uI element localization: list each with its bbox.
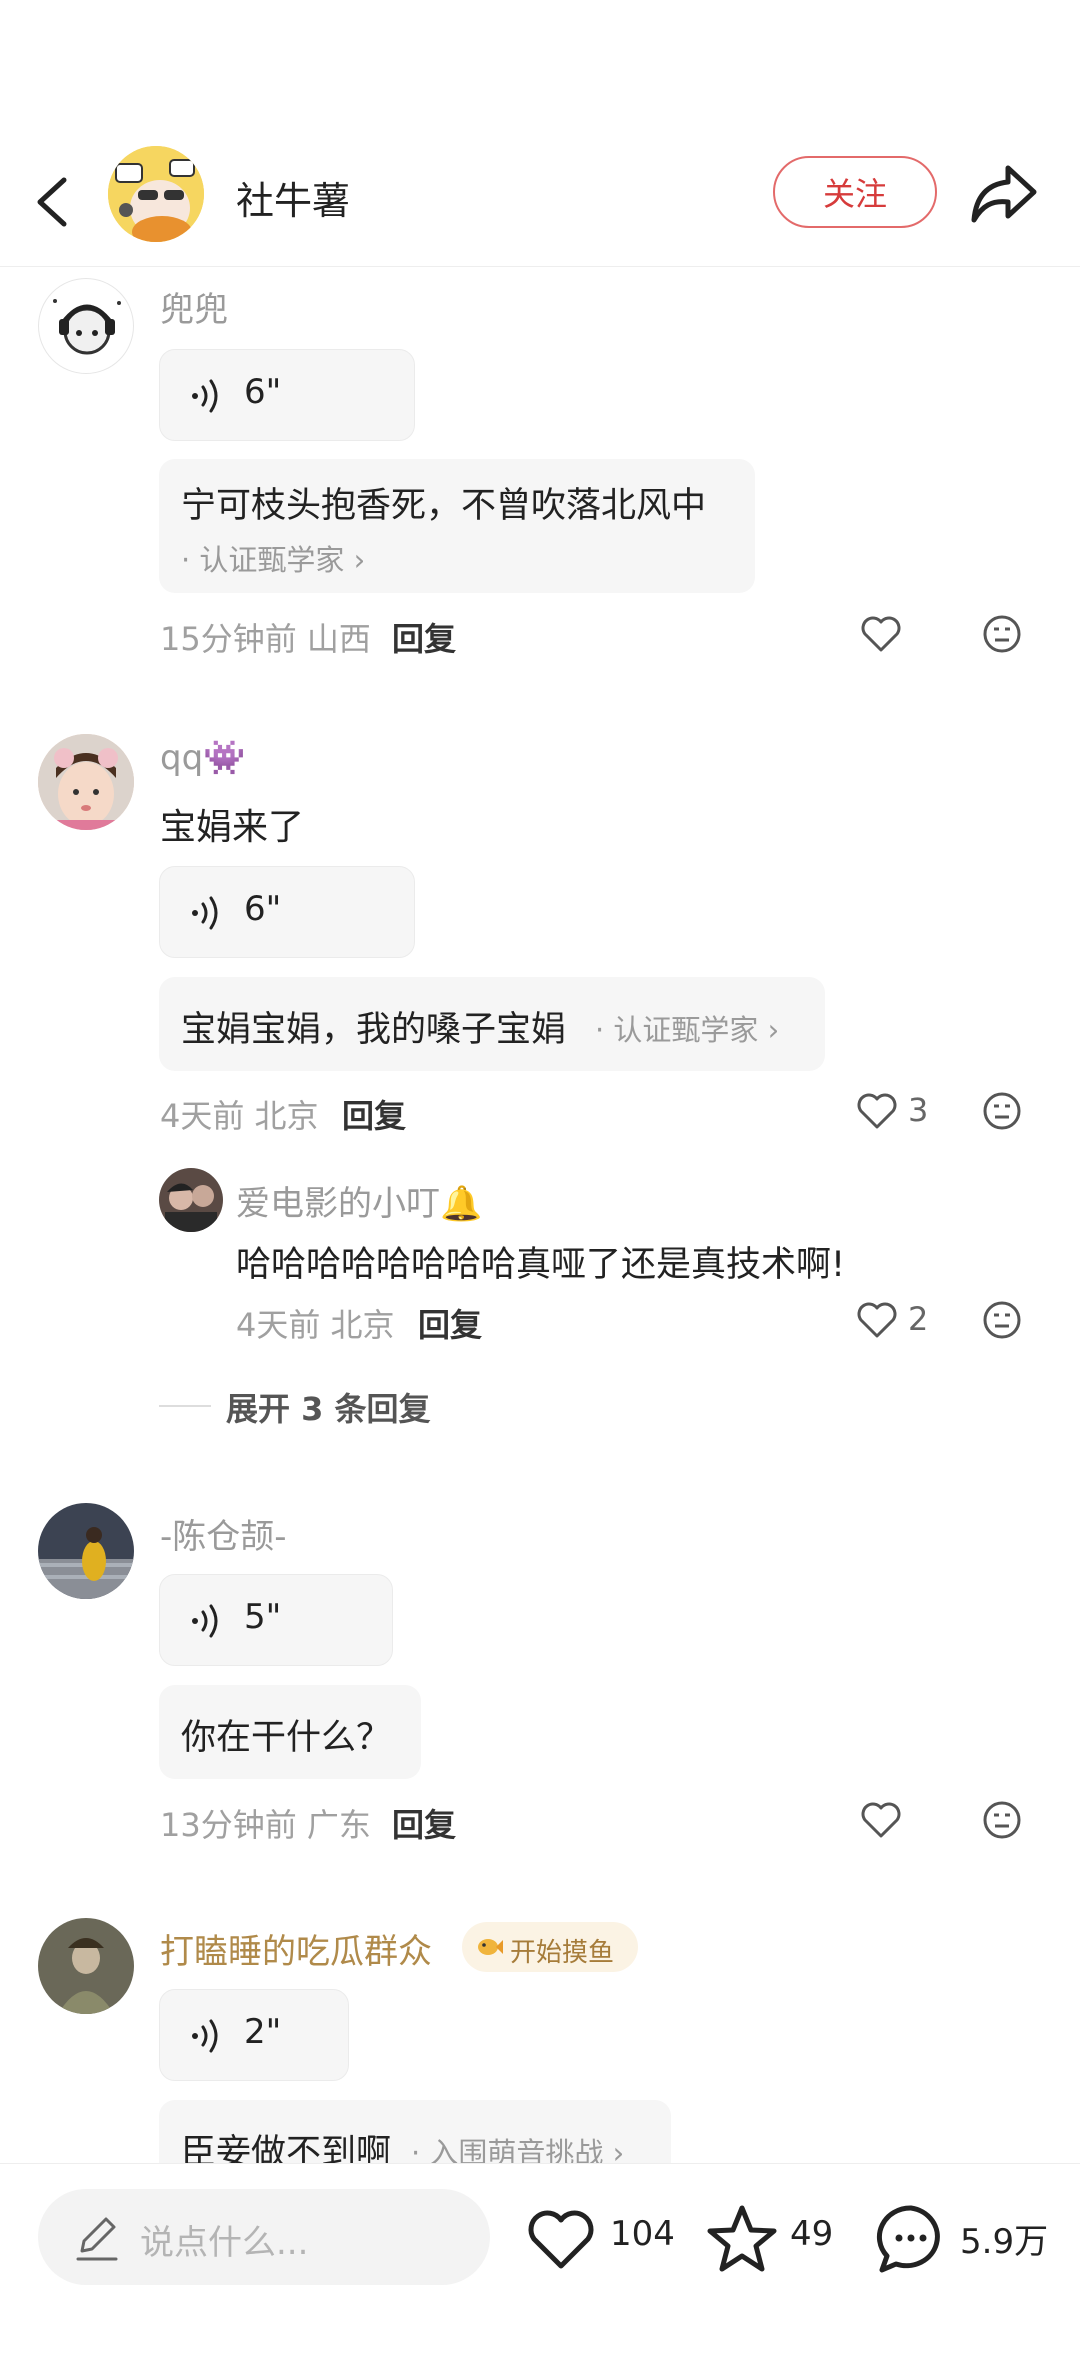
- comment-time-location: 15分钟前 山西: [160, 620, 371, 658]
- voice-duration: 2": [244, 2012, 282, 2052]
- heart-icon[interactable]: [859, 614, 903, 654]
- heart-icon[interactable]: [855, 1091, 899, 1131]
- pencil-icon: [76, 2217, 118, 2261]
- input-placeholder: 说点什么...: [140, 2223, 309, 2263]
- comment-text-box[interactable]: 宁可枝头抱香死，不曾吹落北风中 · 认证甄学家 ›: [159, 459, 755, 593]
- commenter-avatar[interactable]: [38, 278, 134, 374]
- comment-text: 宁可枝头抱香死，不曾吹落北风中: [181, 486, 707, 526]
- comment-text-box[interactable]: 宝娟宝娟，我的嗓子宝娟 · 认证甄学家 ›: [159, 977, 825, 1071]
- voice-wave-icon: [192, 2019, 218, 2053]
- voice-message[interactable]: 6": [159, 866, 415, 958]
- comment-time-location: 4天前 北京: [160, 1097, 319, 1135]
- author-avatar[interactable]: [108, 146, 204, 242]
- voice-duration: 6": [244, 372, 282, 412]
- commenter-name[interactable]: 打瞌睡的吃瓜群众: [160, 1924, 432, 1973]
- voice-wave-icon: [192, 379, 218, 413]
- voice-message[interactable]: 2": [159, 1989, 349, 2081]
- comment-text: 宝娟宝娟，我的嗓子宝娟: [181, 1010, 567, 1050]
- reply-button[interactable]: 回复: [418, 1300, 482, 1346]
- comment-text: 你在干什么？: [181, 1718, 392, 1758]
- badge-label: 开始摸鱼: [510, 1938, 615, 1968]
- author-name[interactable]: 社牛薯: [236, 170, 350, 225]
- voice-duration: 5": [244, 1597, 282, 1637]
- emoji-icon[interactable]: [982, 614, 1022, 654]
- commenter-avatar[interactable]: [38, 1918, 134, 2014]
- star-total: 49: [790, 2214, 834, 2254]
- emoji-icon[interactable]: [982, 1800, 1022, 1840]
- expand-divider: [159, 1405, 211, 1407]
- share-button[interactable]: [968, 162, 1040, 226]
- comment-input[interactable]: 说点什么...: [38, 2189, 490, 2285]
- replier-name[interactable]: 爱电影的小叮🔔: [236, 1176, 482, 1225]
- comment-time-location: 13分钟前 广东: [160, 1806, 371, 1844]
- voice-duration: 6": [244, 889, 282, 929]
- header-bar: 社牛薯 关注: [0, 140, 1080, 267]
- commenter-name[interactable]: qq👾: [160, 738, 246, 778]
- reply-button[interactable]: 回复: [392, 1800, 456, 1846]
- emoji-icon[interactable]: [982, 1300, 1022, 1340]
- bottom-action-bar: 说点什么... 104 49 5.9万: [0, 2163, 1080, 2353]
- comment-text-box[interactable]: 你在干什么？: [159, 1685, 421, 1779]
- commenter-avatar[interactable]: [38, 734, 134, 830]
- status-badge: 开始摸鱼: [462, 1922, 638, 1972]
- like-total: 104: [610, 2214, 675, 2254]
- voice-message[interactable]: 6": [159, 349, 415, 441]
- comment-total: 5.9万: [960, 2222, 1049, 2262]
- commenter-name[interactable]: 兜兜: [160, 282, 228, 331]
- reply-time-location: 4天前 北京: [236, 1306, 395, 1344]
- comment-body-text: 宝娟来了: [160, 807, 305, 848]
- follow-button[interactable]: 关注: [773, 156, 937, 228]
- voice-wave-icon: [192, 1604, 218, 1638]
- certification-tag[interactable]: · 认证甄学家 ›: [595, 1007, 779, 1049]
- fish-icon: [478, 1939, 503, 1955]
- reply-text: 哈哈哈哈哈哈哈哈真哑了还是真技术啊!: [236, 1245, 846, 1285]
- commenter-name[interactable]: -陈仓颉-: [160, 1509, 287, 1558]
- certification-tag[interactable]: · 认证甄学家 ›: [181, 537, 365, 579]
- like-count: 2: [908, 1300, 929, 1338]
- like-heart-icon[interactable]: [526, 2208, 596, 2272]
- expand-replies-button[interactable]: 展开 3 条回复: [226, 1384, 431, 1430]
- replier-avatar[interactable]: [159, 1168, 223, 1232]
- voice-message[interactable]: 5": [159, 1574, 393, 1666]
- voice-wave-icon: [192, 896, 218, 930]
- reply-button[interactable]: 回复: [392, 614, 456, 660]
- commenter-avatar[interactable]: [38, 1503, 134, 1599]
- like-count: 3: [908, 1091, 929, 1129]
- back-button[interactable]: [28, 170, 78, 234]
- share-icon: [971, 165, 1037, 223]
- heart-icon[interactable]: [855, 1300, 899, 1340]
- star-icon[interactable]: [706, 2204, 778, 2274]
- heart-icon[interactable]: [859, 1800, 903, 1840]
- comment-bubble-icon[interactable]: [874, 2202, 948, 2276]
- back-arrow-icon: [37, 177, 67, 227]
- emoji-icon[interactable]: [982, 1091, 1022, 1131]
- reply-button[interactable]: 回复: [342, 1091, 406, 1137]
